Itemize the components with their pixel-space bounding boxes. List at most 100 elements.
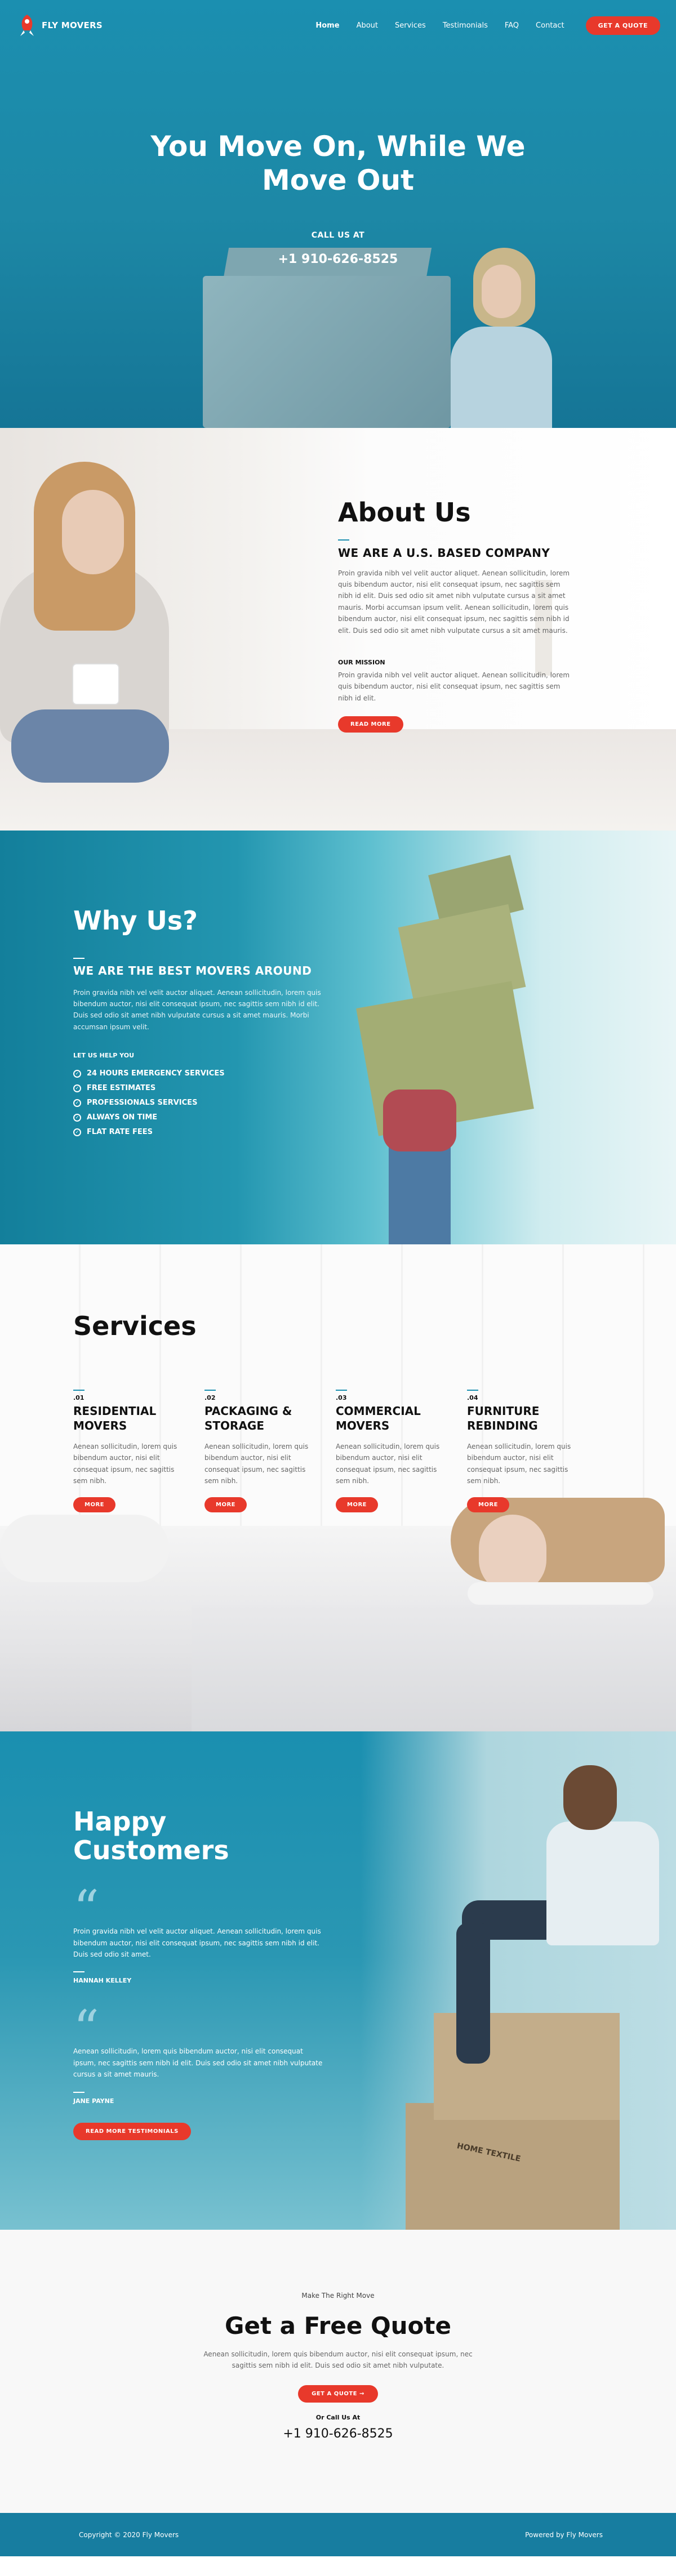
feature-label: PROFESSIONALS SERVICES xyxy=(87,1099,198,1108)
service-more-button[interactable]: MORE xyxy=(73,1497,115,1512)
service-card: .02 PACKAGING & STORAGE Aenean sollicitu… xyxy=(204,1390,320,1512)
service-title: RESIDENTIAL MOVERS xyxy=(73,1404,157,1432)
quote-body: Aenean sollicitudin, lorem quis bibendum… xyxy=(203,2350,473,2370)
service-more-button[interactable]: MORE xyxy=(336,1497,378,1512)
quote-icon: “ xyxy=(73,1879,100,1939)
testimonial-quote: Proin gravida nibh vel velit auctor aliq… xyxy=(73,1927,321,1958)
hero-title: You Move On, While We Move Out xyxy=(150,130,526,197)
footer: Copyright © 2020 Fly Movers Powered by F… xyxy=(0,2513,676,2556)
service-body: Aenean sollicitudin, lorem quis bibendum… xyxy=(73,1443,177,1485)
service-body: Aenean sollicitudin, lorem quis bibendum… xyxy=(204,1443,309,1485)
testimonial-author: HANNAH KELLEY xyxy=(73,1977,132,1985)
why-subtitle: WE ARE THE BEST MOVERS AROUND xyxy=(73,963,312,977)
get-quote-button[interactable]: GET A QUOTE xyxy=(585,16,660,35)
list-item: ✓ FREE ESTIMATES xyxy=(73,1084,321,1092)
why-photo-shirt xyxy=(383,1090,456,1151)
services-photo-mattress xyxy=(192,1605,676,1731)
services-photo-arm xyxy=(468,1582,653,1605)
logo-text: FLY MOVERS xyxy=(42,20,103,30)
menu-item-testimonials[interactable]: Testimonials xyxy=(443,21,488,30)
testimonials-photo-shin xyxy=(456,1923,490,2064)
quote-icon: “ xyxy=(73,1999,100,2059)
testimonial-author: JANE PAYNE xyxy=(73,2097,114,2105)
services-photo-pillow xyxy=(0,1515,169,1582)
quote-title: Get a Free Quote xyxy=(225,2312,451,2340)
about-read-more-button[interactable]: READ MORE xyxy=(338,716,403,733)
feature-label: ALWAYS ON TIME xyxy=(87,1113,158,1122)
service-number: .03 xyxy=(336,1390,347,1401)
menu-item-contact[interactable]: Contact xyxy=(536,21,564,30)
check-circle-icon: ✓ xyxy=(73,1084,81,1092)
services-photo-face xyxy=(479,1515,546,1593)
about-body: Proin gravida nibh vel velit auctor aliq… xyxy=(338,569,570,635)
service-body: Aenean sollicitudin, lorem quis bibendum… xyxy=(467,1443,571,1485)
testimonial-divider xyxy=(73,2091,84,2093)
services-cards: .01 RESIDENTIAL MOVERS Aenean sollicitud… xyxy=(73,1390,582,1512)
about-photo-jeans xyxy=(11,709,169,783)
hero-photo-woman xyxy=(451,327,552,428)
quote-phone-link[interactable]: +1 910-626-8525 xyxy=(0,2427,676,2441)
services-title: Services xyxy=(73,1311,197,1341)
why-section: Why Us? WE ARE THE BEST MOVERS AROUND Pr… xyxy=(0,831,676,1244)
service-number: .04 xyxy=(467,1390,478,1401)
logo-rocket-icon xyxy=(20,15,34,36)
feature-label: 24 HOURS EMERGENCY SERVICES xyxy=(87,1069,225,1078)
hero-photo-face xyxy=(482,265,521,318)
about-photo-cup xyxy=(73,664,118,704)
about-subtitle: WE ARE A U.S. BASED COMPANY xyxy=(338,546,550,560)
about-content: About Us WE ARE A U.S. BASED COMPANY Pro… xyxy=(338,498,575,733)
service-card: .04 FURNITURE REBINDING Aenean sollicitu… xyxy=(467,1390,582,1512)
logo[interactable]: FLY MOVERS xyxy=(16,14,103,37)
hero-photo-box xyxy=(203,276,451,428)
testimonials-photo-box-lower xyxy=(406,2103,620,2230)
read-more-testimonials-button[interactable]: READ MORE TESTIMONIALS xyxy=(73,2122,191,2140)
quote-get-quote-button[interactable]: GET A QUOTE → xyxy=(298,2385,378,2403)
service-card: .03 COMMERCIAL MOVERS Aenean sollicitudi… xyxy=(336,1390,451,1512)
testimonials-section: HOME TEXTILE Happy Customers “ Proin gra… xyxy=(0,1731,676,2230)
service-card: .01 RESIDENTIAL MOVERS Aenean sollicitud… xyxy=(73,1390,189,1512)
list-item: ✓ ALWAYS ON TIME xyxy=(73,1113,321,1122)
why-divider xyxy=(73,957,84,959)
service-more-button[interactable]: MORE xyxy=(467,1497,509,1512)
hero-phone-link[interactable]: +1 910-626-8525 xyxy=(0,252,676,266)
why-feature-list: ✓ 24 HOURS EMERGENCY SERVICES ✓ FREE ESTIM… xyxy=(73,1069,321,1136)
testimonials-photo-head xyxy=(563,1765,617,1830)
check-circle-icon: ✓ xyxy=(73,1069,81,1078)
footer-powered-by: Powered by Fly Movers xyxy=(525,2530,603,2539)
quote-or-label: Or Call Us At xyxy=(315,2413,361,2421)
menu-item-faq[interactable]: FAQ xyxy=(505,21,519,30)
why-body: Proin gravida nibh vel velit auctor aliq… xyxy=(73,988,321,1031)
menu-item-services[interactable]: Services xyxy=(395,21,426,30)
why-help-label: LET US HELP YOU xyxy=(73,1052,135,1060)
check-circle-icon: ✓ xyxy=(73,1099,81,1107)
testimonial-divider xyxy=(73,1971,84,1973)
feature-label: FLAT RATE FEES xyxy=(87,1128,153,1137)
testimonials-photo-shirt xyxy=(546,1821,659,1945)
main-menu: Home About Services Testimonials FAQ Con… xyxy=(315,16,660,35)
check-circle-icon: ✓ xyxy=(73,1128,81,1136)
about-title: About Us xyxy=(338,497,471,528)
service-title: COMMERCIAL MOVERS xyxy=(336,1404,421,1432)
mission-body: Proin gravida nibh vel velit auctor aliq… xyxy=(338,671,570,702)
service-more-button[interactable]: MORE xyxy=(204,1497,247,1512)
testimonial-quote: Aenean sollicitudin, lorem quis bibendum… xyxy=(73,2047,323,2079)
menu-item-about[interactable]: About xyxy=(357,21,378,30)
list-item: ✓ 24 HOURS EMERGENCY SERVICES xyxy=(73,1069,321,1078)
about-section: About Us WE ARE A U.S. BASED COMPANY Pro… xyxy=(0,428,676,831)
check-circle-icon: ✓ xyxy=(73,1113,81,1122)
why-content: Why Us? WE ARE THE BEST MOVERS AROUND Pr… xyxy=(73,907,321,1142)
hero-section: FLY MOVERS Home About Services Testimoni… xyxy=(0,0,676,428)
testimonials-title: Happy Customers xyxy=(73,1806,229,1865)
why-title: Why Us? xyxy=(73,905,198,936)
service-title: FURNITURE REBINDING xyxy=(467,1404,540,1432)
mission-label: OUR MISSION xyxy=(338,658,385,666)
quote-section: Make The Right Move Get a Free Quote Aen… xyxy=(0,2230,676,2513)
testimonials-content: Happy Customers “ Proin gravida nibh vel… xyxy=(73,1807,327,2140)
about-divider xyxy=(338,539,349,541)
service-body: Aenean sollicitudin, lorem quis bibendum… xyxy=(336,1443,440,1485)
quote-kicker: Make The Right Move xyxy=(301,2292,375,2300)
top-nav: FLY MOVERS Home About Services Testimoni… xyxy=(0,0,676,51)
service-number: .02 xyxy=(204,1390,216,1401)
menu-item-home[interactable]: Home xyxy=(315,21,339,30)
hero-call-label: CALL US AT xyxy=(311,231,365,240)
